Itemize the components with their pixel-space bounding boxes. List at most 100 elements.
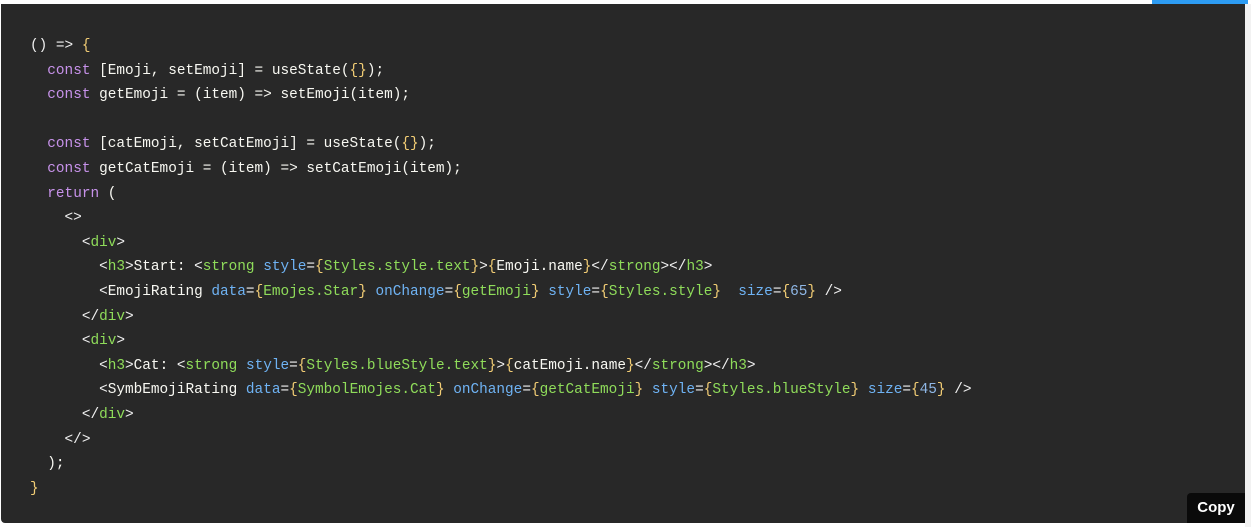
code-token: style — [651, 382, 696, 399]
code-token: { — [781, 283, 791, 300]
code-token: > — [125, 259, 134, 276]
code-token: const — [47, 136, 91, 153]
code-token: {} — [401, 136, 419, 153]
code-token: > — [116, 333, 126, 350]
code-line: <h3>Cat: <strong style={Styles.blueStyle… — [30, 354, 971, 379]
code-line: <EmojiRating data={Emojes.Star} onChange… — [30, 280, 971, 305]
code-token: /> — [945, 382, 972, 399]
code-token: = — [245, 283, 255, 300]
scrollbar-track[interactable] — [1245, 4, 1251, 527]
code-line: </div> — [30, 403, 971, 428]
code-token: style — [263, 259, 307, 276]
code-token: > — [703, 259, 713, 276]
code-line: </> — [30, 428, 971, 453]
code-line: const getEmoji = (item) => setEmoji(item… — [30, 83, 971, 108]
code-line: } — [30, 477, 971, 502]
code-token: } — [30, 480, 39, 497]
code-token: } — [530, 283, 540, 300]
code-token: < — [99, 283, 108, 300]
code-token: Styles.blueStyle.text — [306, 357, 488, 374]
code-line: <h3>Start: <strong style={Styles.style.t… — [30, 255, 971, 280]
page: () => { const [Emoji, setEmoji] = useSta… — [0, 0, 1251, 527]
code-token: const — [47, 160, 91, 177]
code-token: ></ — [660, 259, 687, 276]
code-token: div — [99, 308, 126, 325]
code-token: ></ — [703, 357, 730, 374]
code-token: ( — [99, 185, 117, 202]
code-token: getEmoji = (item) => setEmoji(item); — [90, 87, 410, 104]
code-token: { — [505, 357, 514, 374]
code-token: h3 — [107, 259, 126, 276]
code-token: < — [99, 357, 108, 374]
code-token: Start: — [133, 259, 195, 276]
code-token: EmojiRating — [107, 283, 203, 300]
code-token: > — [746, 357, 756, 374]
code-token: { — [315, 259, 324, 276]
code-line: () => { — [30, 34, 971, 59]
code-line: <div> — [30, 329, 971, 354]
code-token: [Emoji, setEmoji] = useState( — [90, 62, 350, 79]
code-token: 65 — [790, 283, 808, 300]
code-token: Styles.style.text — [323, 259, 471, 276]
code-line: <SymbEmojiRating data={SymbolEmojes.Cat}… — [30, 378, 971, 403]
code-token: = — [280, 382, 290, 399]
code-token: {} — [349, 62, 367, 79]
code-token: ); — [418, 136, 436, 153]
code-token: getCatEmoji — [539, 382, 635, 399]
code-token: { — [81, 38, 91, 54]
code-token: { — [530, 382, 540, 399]
code-token: = — [289, 357, 298, 374]
code-token: < — [99, 382, 108, 399]
code-token: > — [479, 259, 488, 276]
code-token: h3 — [686, 259, 704, 276]
copy-button[interactable]: Copy — [1187, 493, 1245, 523]
code-line: const getCatEmoji = (item) => setCatEmoj… — [30, 157, 971, 182]
code-token: = — [902, 382, 911, 399]
code-token: } — [712, 283, 721, 300]
code-token: SymbolEmojes.Cat — [297, 382, 436, 399]
code-line: <div> — [30, 231, 971, 256]
code-line: ); — [30, 452, 971, 477]
code-token: { — [254, 283, 264, 300]
code-token: SymbEmojiRating — [107, 382, 238, 399]
code-token: const — [47, 62, 91, 79]
code-token: () — [30, 38, 56, 54]
code-token: strong — [202, 259, 255, 276]
code-token: } — [625, 357, 635, 374]
code-token: Emojes.Star — [263, 283, 359, 300]
code-token: = — [306, 259, 316, 276]
code-token: } — [435, 382, 445, 399]
code-token: < — [99, 259, 108, 276]
code-token: /> — [816, 283, 842, 300]
code-token: onChange — [453, 382, 523, 399]
code-token: > — [125, 308, 134, 325]
code-token: h3 — [729, 357, 747, 374]
code-token: div — [90, 234, 117, 251]
code-token: ); — [366, 62, 385, 79]
code-line: </div> — [30, 305, 971, 330]
code-token: } — [850, 382, 860, 399]
code-token: size — [867, 382, 903, 399]
code-token: onChange — [375, 283, 445, 300]
code-token: { — [453, 283, 462, 300]
code-line: const [catEmoji, setCatEmoji] = useState… — [30, 132, 971, 157]
code-token: </ — [81, 406, 100, 423]
code-token: > — [125, 406, 134, 423]
code-token: data — [211, 283, 246, 300]
code-token: </ — [591, 259, 609, 276]
code-token: style — [548, 283, 592, 300]
code-token: = — [444, 283, 454, 300]
code-token: = — [695, 382, 704, 399]
code-token: > — [116, 234, 126, 251]
code-token: } — [936, 382, 946, 399]
